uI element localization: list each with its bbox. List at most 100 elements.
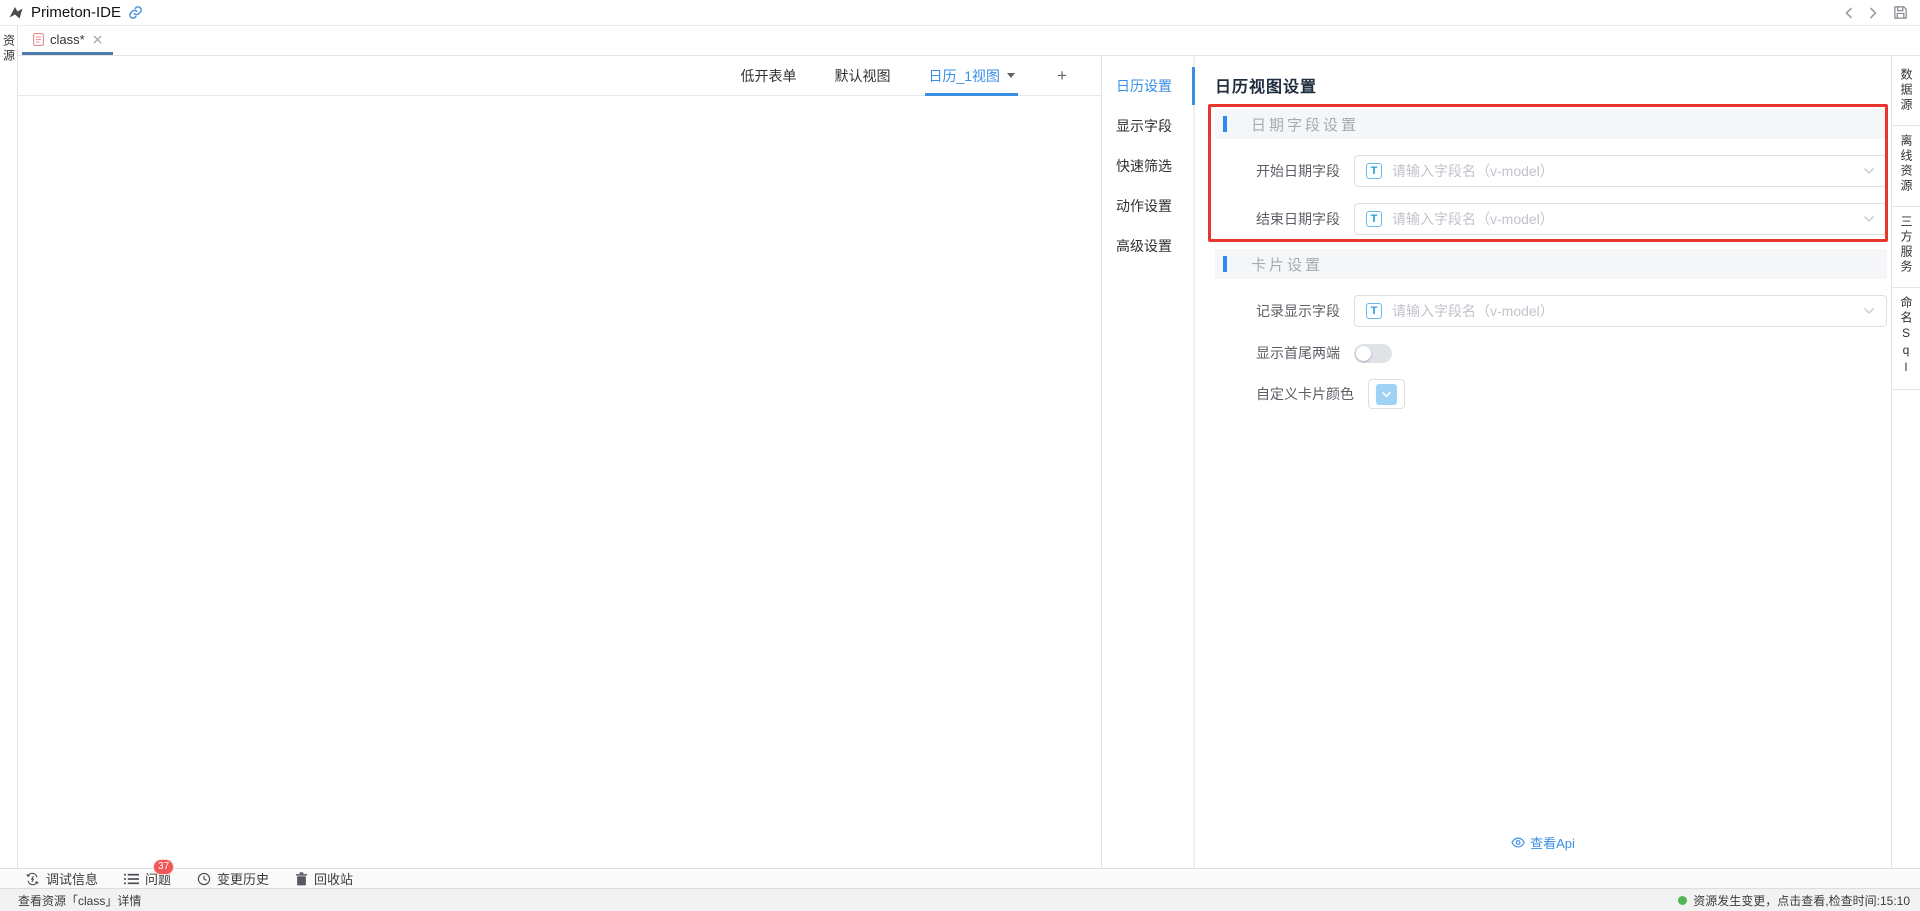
record-display-field-row: 记录显示字段 T: [1215, 295, 1887, 327]
close-icon[interactable]: [93, 35, 102, 44]
end-date-field-select[interactable]: T: [1354, 203, 1887, 235]
clock-icon: [197, 872, 211, 886]
left-rail: 资源: [0, 26, 18, 868]
main-area: 资源 class* 低开表单: [0, 26, 1920, 868]
rail-item-label: 三方服务: [1900, 215, 1912, 275]
right-rail: 数据源 离线资源 三方服务 命名Sql: [1891, 56, 1920, 868]
view-api-label: 查看Api: [1530, 833, 1575, 852]
rail-item-offline-resources[interactable]: 离线资源: [1892, 126, 1920, 207]
debug-info-button[interactable]: 调试信息: [25, 869, 98, 888]
canvas-area[interactable]: [18, 96, 1101, 868]
rail-item-third-party-services[interactable]: 三方服务: [1892, 207, 1920, 288]
eye-icon: [1511, 837, 1525, 848]
settings-tab-action-settings[interactable]: 动作设置: [1102, 186, 1193, 226]
problems-count-badge: 37: [153, 859, 174, 875]
app-logo-icon: [8, 5, 24, 21]
color-swatch: [1376, 384, 1397, 405]
trash-icon: [295, 872, 308, 886]
rail-item-label: 命名Sql: [1900, 296, 1912, 377]
status-left-text[interactable]: 查看资源「class」详情: [18, 892, 141, 909]
rail-item-label: 离线资源: [1900, 134, 1912, 194]
view-tab-bar: 低开表单 默认视图 日历_1视图 +: [18, 56, 1101, 96]
section-accent-bar: [1223, 256, 1227, 272]
custom-card-color-row: 自定义卡片颜色: [1215, 379, 1887, 409]
toggle-knob: [1356, 346, 1371, 361]
app-title: Primeton-IDE: [31, 4, 121, 21]
recycle-bin-button[interactable]: 回收站: [295, 869, 353, 888]
settings-tab-label: 快速筛选: [1116, 156, 1172, 176]
field-label: 开始日期字段: [1215, 161, 1340, 181]
settings-tab-calendar-settings[interactable]: 日历设置: [1102, 66, 1193, 106]
settings-tab-quick-filter[interactable]: 快速筛选: [1102, 146, 1193, 186]
settings-panel: 日历设置 显示字段 快速筛选 动作设置 高级设置 日历视图设置 日期字段设置: [1101, 56, 1891, 868]
show-ends-row: 显示首尾两端: [1215, 343, 1887, 363]
section-accent-bar: [1223, 116, 1227, 132]
chevron-down-icon[interactable]: [1863, 307, 1875, 315]
list-icon: [124, 873, 139, 885]
record-display-field-input[interactable]: [1392, 303, 1853, 319]
status-green-dot: [1678, 896, 1687, 905]
editor-tab-class[interactable]: class*: [22, 26, 113, 55]
end-date-field-input[interactable]: [1392, 211, 1853, 227]
start-date-field-input[interactable]: [1392, 163, 1853, 179]
nav-back-icon[interactable]: [1845, 7, 1853, 19]
editor-tab-label: class*: [50, 32, 85, 47]
color-picker-button[interactable]: [1368, 379, 1405, 409]
left-rail-resources-label[interactable]: 资源: [3, 34, 15, 868]
settings-tab-label: 日历设置: [1116, 76, 1172, 96]
editor-tab-strip: class*: [18, 26, 1920, 56]
settings-nav: 日历设置 显示字段 快速筛选 动作设置 高级设置: [1102, 56, 1195, 868]
content-row: 低开表单 默认视图 日历_1视图 + 日历设置 显示字段: [18, 56, 1920, 868]
view-tab-calendar-1-view[interactable]: 日历_1视图: [928, 56, 1015, 95]
field-label: 记录显示字段: [1215, 301, 1340, 321]
status-bar: 查看资源「class」详情 资源发生变更，点击查看,检查时间:15:10: [0, 888, 1920, 911]
rail-item-data-source[interactable]: 数据源: [1892, 60, 1920, 126]
start-date-field-select[interactable]: T: [1354, 155, 1887, 187]
card-section: 卡片设置 记录显示字段 T: [1215, 249, 1887, 409]
bottom-toolbar: 调试信息 问题 37 变更历史 回收站: [0, 868, 1920, 888]
view-tab-default-view[interactable]: 默认视图: [834, 56, 890, 95]
show-ends-toggle[interactable]: [1354, 344, 1392, 363]
rail-item-named-sql[interactable]: 命名Sql: [1892, 288, 1920, 390]
problems-button[interactable]: 问题 37: [124, 869, 171, 888]
nav-forward-icon[interactable]: [1869, 7, 1877, 19]
view-tab-label: 日历_1视图: [928, 66, 1000, 86]
link-icon[interactable]: [128, 5, 143, 20]
chevron-down-icon[interactable]: [1007, 73, 1015, 78]
field-label: 结束日期字段: [1215, 209, 1340, 229]
text-field-icon: T: [1366, 303, 1382, 319]
view-api-link[interactable]: 查看Api: [1511, 833, 1575, 852]
card-section-header: 卡片设置: [1215, 249, 1887, 279]
document-icon: [33, 33, 44, 46]
debug-info-label: 调试信息: [46, 869, 98, 888]
chevron-down-icon[interactable]: [1863, 215, 1875, 223]
section-title: 卡片设置: [1251, 254, 1323, 275]
settings-main: 日历视图设置 日期字段设置 开始日期字段 T: [1195, 56, 1891, 868]
section-title: 日期字段设置: [1251, 114, 1359, 135]
field-label: 显示首尾两端: [1215, 343, 1340, 363]
view-tab-label: 低开表单: [740, 66, 796, 86]
date-fields-section: 日期字段设置 开始日期字段 T: [1215, 109, 1887, 235]
record-display-field-select[interactable]: T: [1354, 295, 1887, 327]
date-section-header: 日期字段设置: [1215, 109, 1887, 139]
view-tab-label: 默认视图: [834, 66, 890, 86]
status-right-text: 资源发生变更，点击查看,检查时间:15:10: [1693, 892, 1910, 909]
panel-title: 日历视图设置: [1215, 73, 1887, 97]
save-icon[interactable]: [1893, 5, 1908, 20]
change-history-label: 变更历史: [217, 869, 269, 888]
text-field-icon: T: [1366, 211, 1382, 227]
settings-tab-display-fields[interactable]: 显示字段: [1102, 106, 1193, 146]
settings-tab-advanced-settings[interactable]: 高级设置: [1102, 226, 1193, 266]
status-right[interactable]: 资源发生变更，点击查看,检查时间:15:10: [1678, 892, 1910, 909]
end-date-field-row: 结束日期字段 T: [1215, 203, 1887, 235]
view-tab-lowcode-form[interactable]: 低开表单: [740, 56, 796, 95]
recycle-bin-label: 回收站: [314, 869, 353, 888]
field-label: 自定义卡片颜色: [1215, 384, 1354, 404]
center-column: class* 低开表单 默认视图 日历_1视图: [18, 26, 1920, 868]
chevron-down-icon[interactable]: [1863, 167, 1875, 175]
rail-item-label: 数据源: [1900, 68, 1912, 113]
design-canvas: 低开表单 默认视图 日历_1视图 +: [18, 56, 1101, 868]
change-history-button[interactable]: 变更历史: [197, 869, 269, 888]
add-view-button[interactable]: +: [1053, 66, 1071, 86]
settings-tab-label: 动作设置: [1116, 196, 1172, 216]
